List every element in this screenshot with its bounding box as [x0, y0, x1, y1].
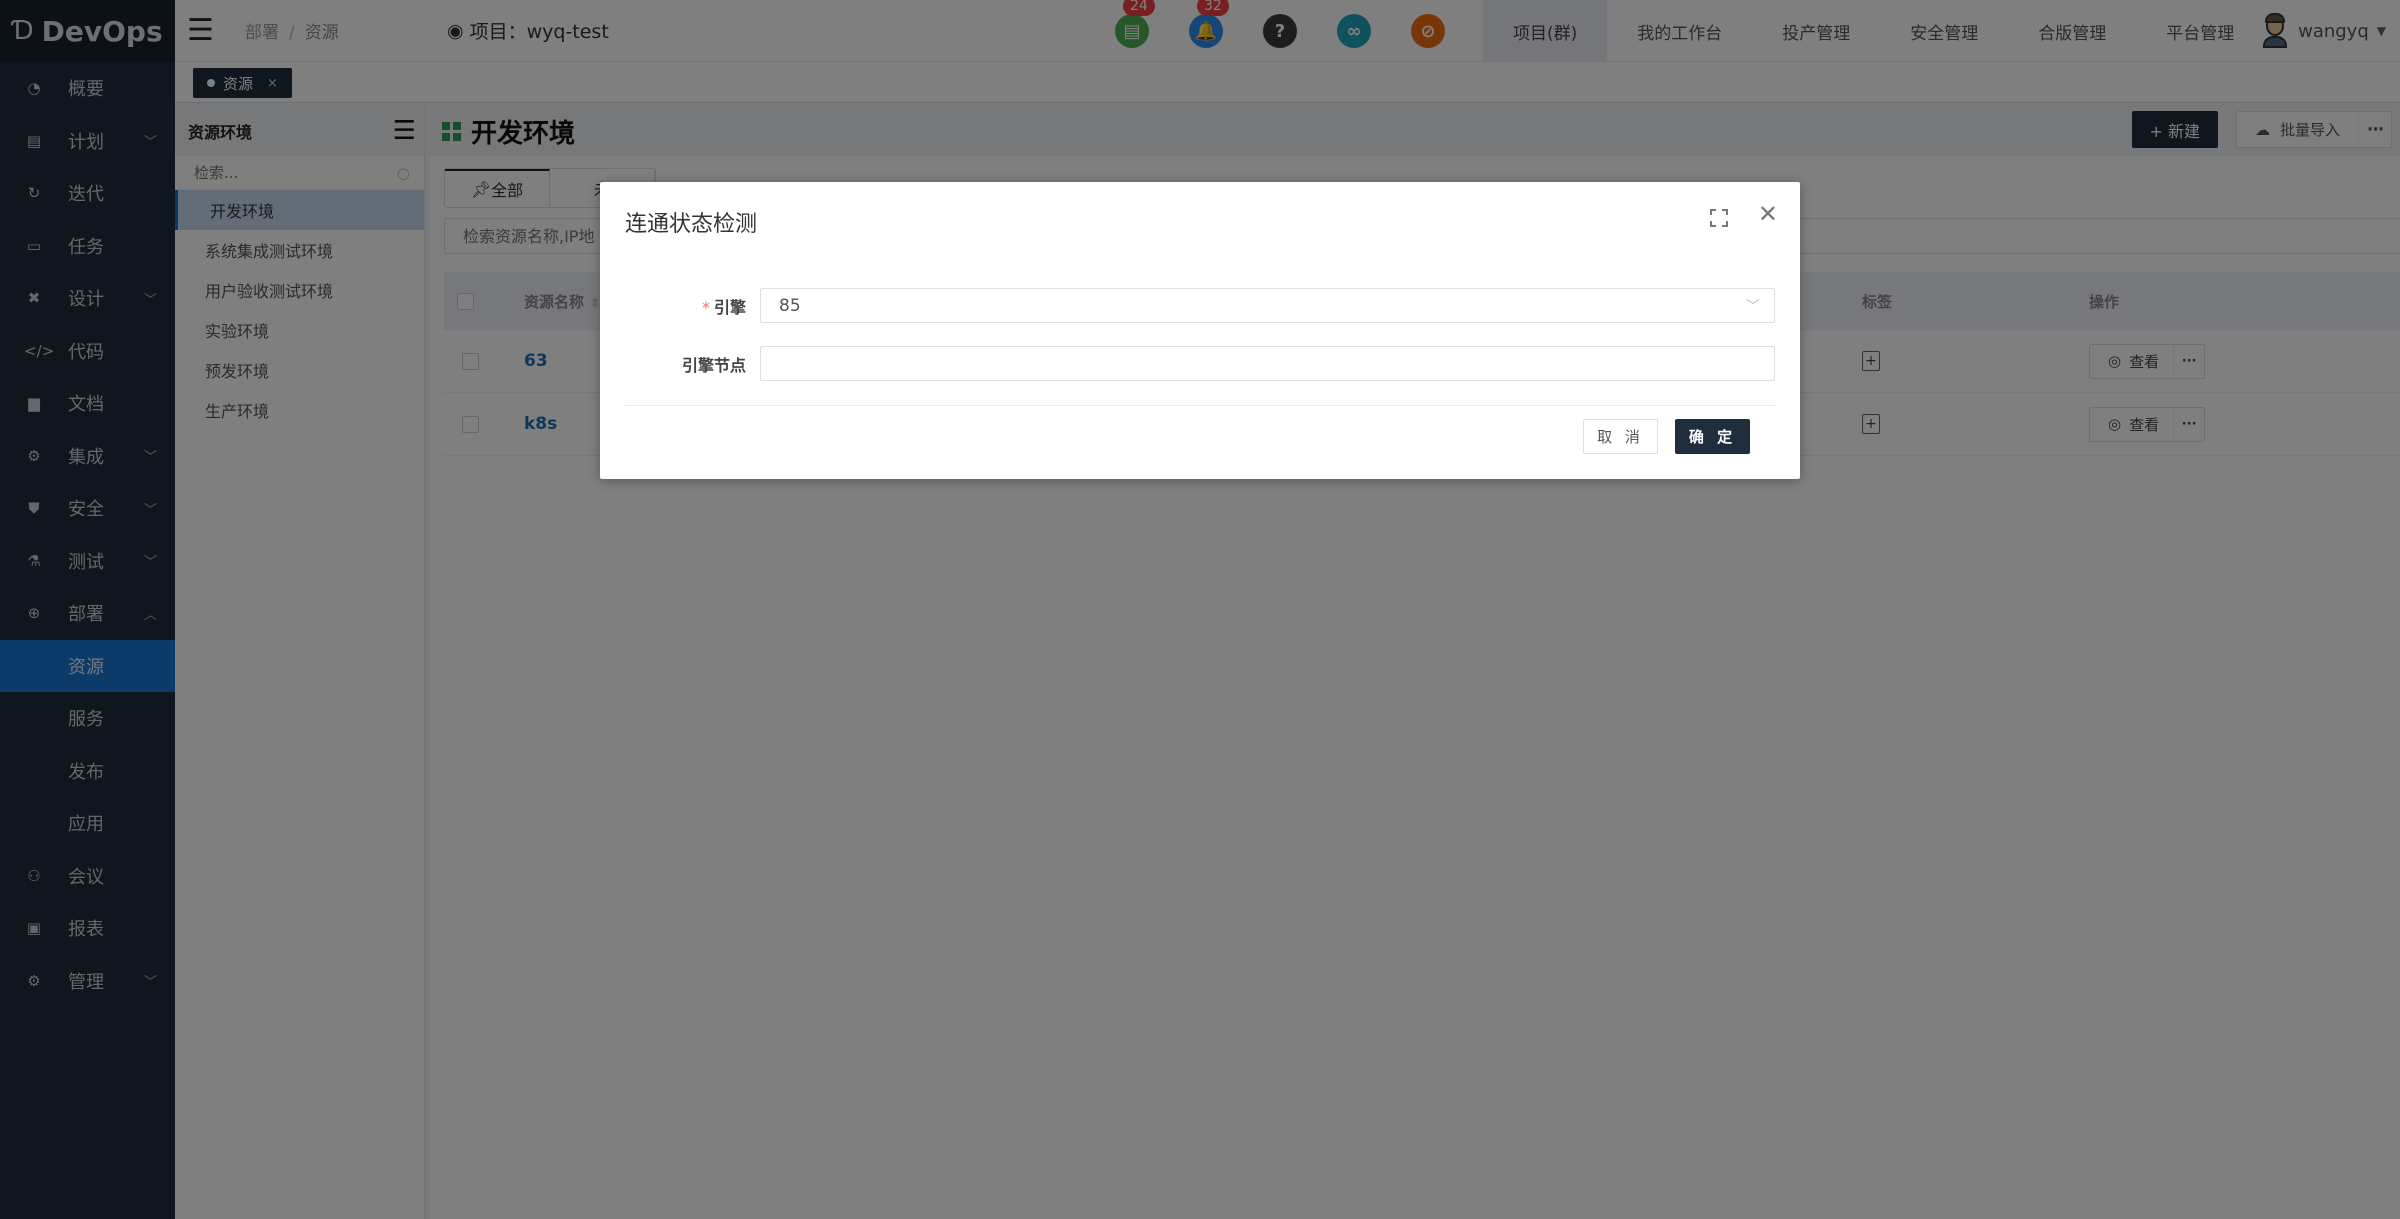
required-asterisk: * — [701, 297, 710, 317]
dialog-title: 连通状态检测 — [625, 212, 758, 237]
engine-node-input[interactable] — [779, 347, 1774, 380]
close-icon[interactable]: ✕ — [1758, 200, 1778, 228]
engine-node-field — [760, 346, 1775, 381]
engine-field-row: * 引擎 85 ﹀ — [625, 288, 1775, 323]
engine-select-value: 85 — [779, 295, 801, 316]
dialog-divider — [625, 405, 1775, 406]
connectivity-check-dialog: 连通状态检测 ✕ * 引擎 85 ﹀ 引擎节点 取 消 确 定 — [600, 182, 1800, 479]
engine-node-label: 引擎节点 — [681, 355, 746, 375]
confirm-button[interactable]: 确 定 — [1675, 419, 1750, 454]
engine-label: * 引擎 — [701, 297, 746, 317]
engine-node-field-row: 引擎节点 — [625, 346, 1775, 381]
engine-select[interactable]: 85 ﹀ — [760, 288, 1775, 323]
chevron-down-icon: ﹀ — [1746, 298, 1760, 315]
cancel-button[interactable]: 取 消 — [1583, 419, 1658, 454]
fullscreen-icon[interactable] — [1710, 209, 1728, 227]
